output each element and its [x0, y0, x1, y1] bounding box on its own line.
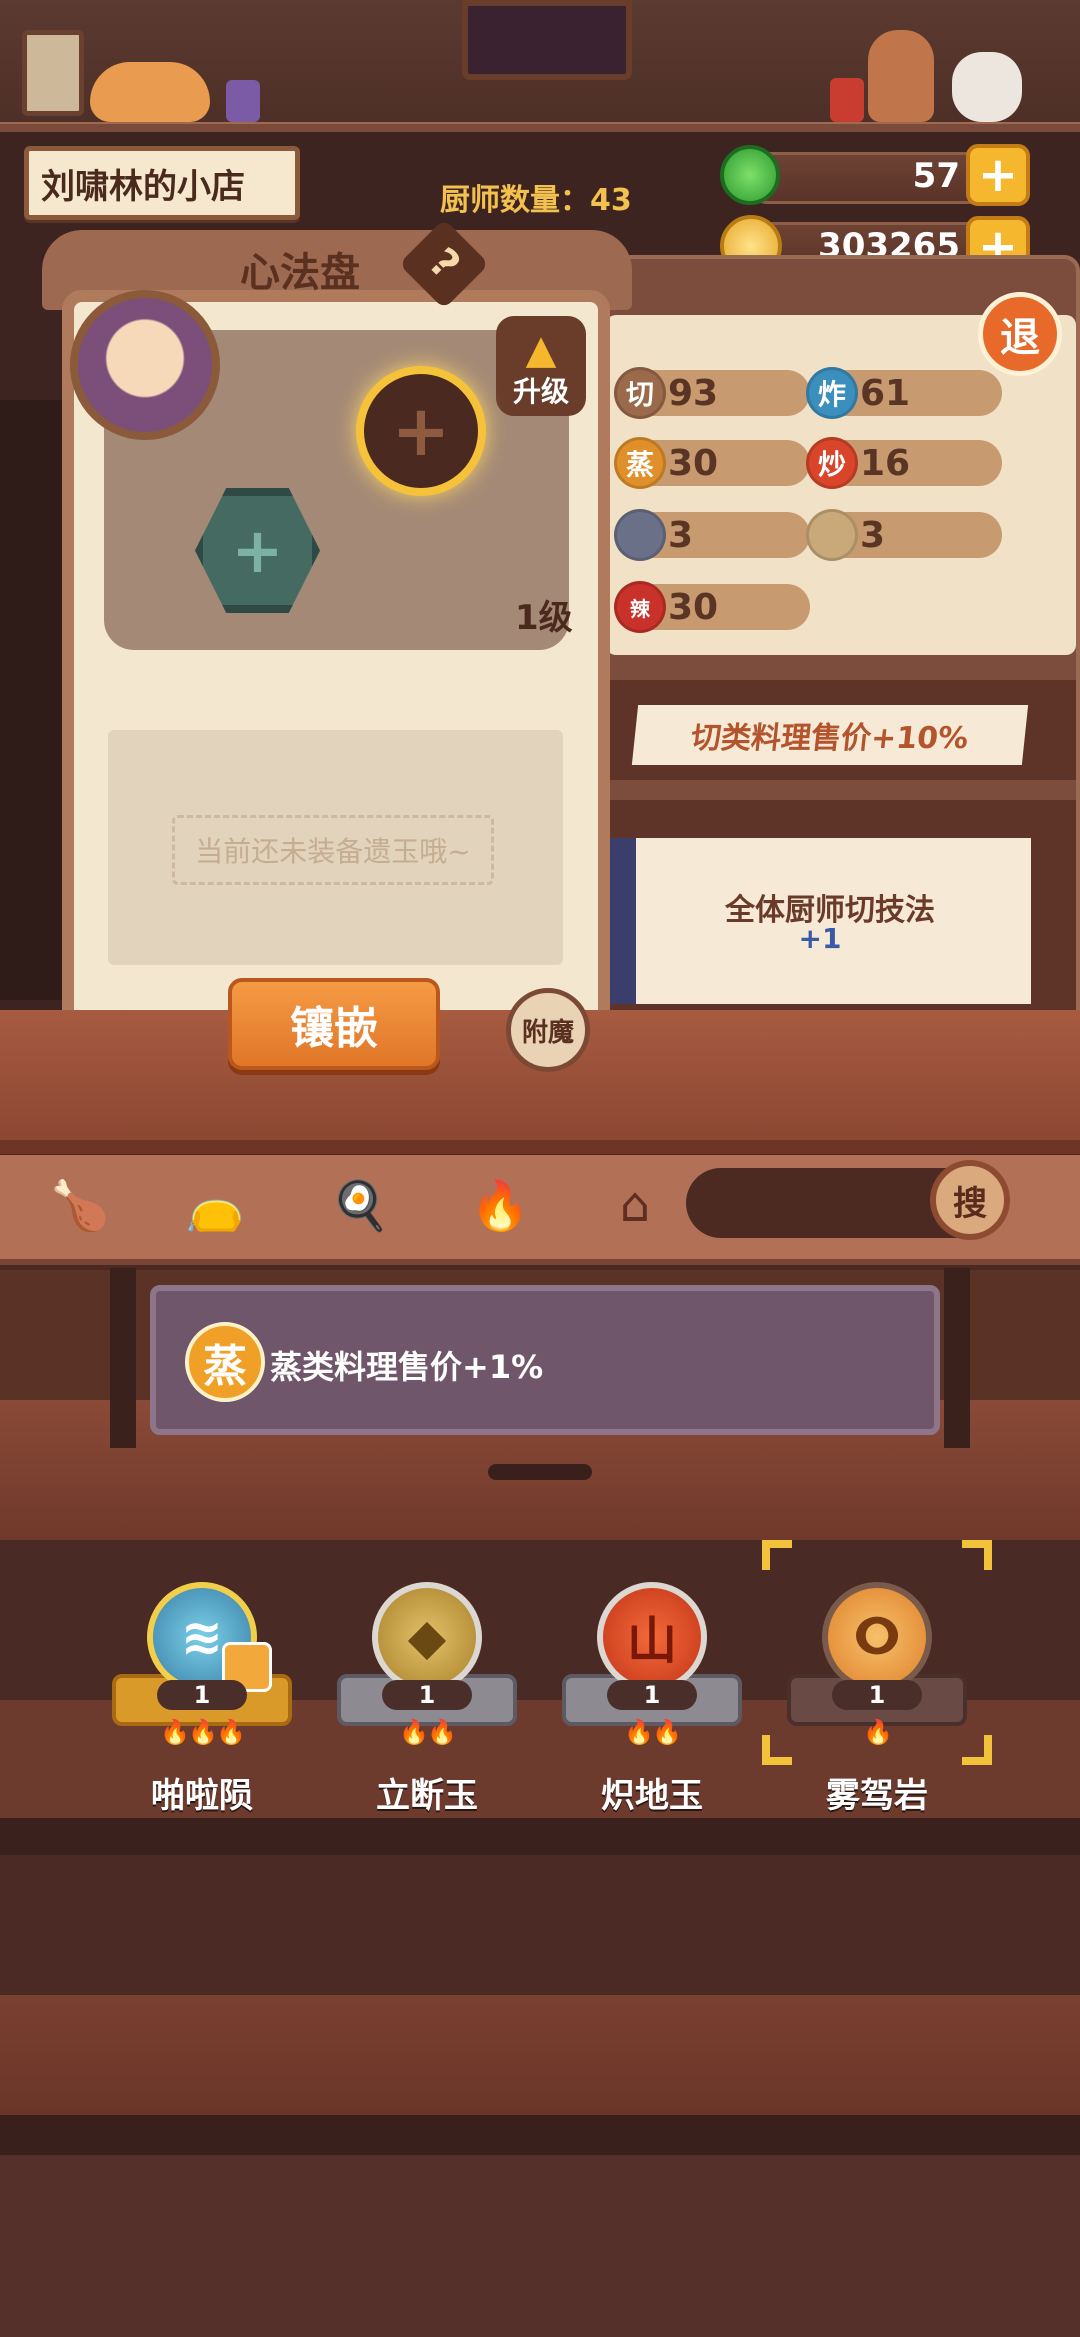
blazing-earth-jade-icon: 山	[597, 1582, 707, 1692]
upgrade-button[interactable]: ▲ 升级	[496, 316, 586, 416]
stat-value: 30	[668, 442, 719, 484]
scroll-handle[interactable]	[488, 1464, 592, 1480]
gold-slot[interactable]: +	[356, 366, 486, 496]
pan-icon[interactable]: 🍳	[325, 1170, 395, 1240]
counter-edge	[0, 1140, 1080, 1154]
bonus-ribbon-cut-price: 切类料理售价+10%	[631, 705, 1029, 765]
white-cat-icon	[952, 52, 1022, 122]
house-icon[interactable]: ⌂	[600, 1170, 670, 1240]
gem-fire-rating: 🔥🔥	[624, 1718, 682, 1746]
cut-icon: 切	[614, 367, 666, 419]
gem-level: 1	[607, 1680, 697, 1710]
stirfry-icon: 炒	[806, 437, 858, 489]
plus-icon: +	[231, 514, 284, 587]
stat-noodle: 3	[806, 509, 1002, 561]
shop-name: 刘啸林的小店	[24, 146, 300, 220]
gem-level: 1	[382, 1680, 472, 1710]
spicy-icon: 辣	[614, 581, 666, 633]
stat-value: 93	[668, 372, 719, 414]
gem-fire-rating: 🔥🔥	[399, 1718, 457, 1746]
fry-icon: 炸	[806, 367, 858, 419]
stat-value: 61	[860, 372, 911, 414]
selection-corner	[762, 1540, 792, 1570]
top-shelf	[0, 122, 1080, 132]
board-level: 1级	[515, 598, 573, 638]
gem-item[interactable]: 山 1 🔥🔥	[552, 1582, 752, 1772]
exit-button[interactable]: 退	[978, 292, 1062, 376]
empty-shelf-board	[0, 1995, 1080, 2115]
drumstick-icon[interactable]: 🍗	[45, 1170, 115, 1240]
jade-value: 57	[912, 156, 960, 196]
gem-shelf-lip	[0, 1818, 1080, 1858]
empty-shelf-lip	[0, 2115, 1080, 2155]
plus-icon: +	[391, 390, 451, 472]
hanging-portrait-icon	[462, 0, 632, 80]
steam-badge: 蒸	[185, 1322, 265, 1402]
arrow-up-icon: ▲	[525, 327, 557, 373]
flame-icon[interactable]: 🔥	[465, 1170, 535, 1240]
stat-value: 3	[668, 514, 694, 556]
gem-name: 立断玉	[376, 1776, 478, 1816]
sign-post-right	[944, 1268, 970, 1448]
enchant-button[interactable]: 附魔	[506, 988, 590, 1072]
gem-item-selected[interactable]: ⵔ 1 🔥	[777, 1582, 977, 1772]
search-button[interactable]: 搜	[930, 1160, 1010, 1240]
jade-icon	[720, 145, 780, 205]
bonus-text-line2: +1	[798, 922, 842, 955]
noodle-bowl-icon	[806, 509, 858, 561]
stat-value: 3	[860, 514, 886, 556]
gem-name: 啪啦陨	[151, 1776, 253, 1816]
sign-bonus-text: 蒸类料理售价+1%	[270, 1348, 544, 1386]
steam-icon: 蒸	[614, 437, 666, 489]
stat-fish: 3	[614, 509, 810, 561]
chef-count: 厨师数量：43	[440, 183, 632, 218]
add-jade-button[interactable]: +	[966, 144, 1030, 206]
lishu-jade-gem-icon: ◆	[372, 1582, 482, 1692]
card-title: 心法盘	[240, 250, 360, 296]
empty-shelf	[0, 2155, 1080, 2337]
gem-level: 1	[157, 1680, 247, 1710]
gem-name: 雾驾岩	[826, 1776, 928, 1816]
stat-stirfry: 炒 16	[806, 437, 1002, 489]
picture-frame-icon	[22, 30, 84, 116]
selection-corner	[962, 1540, 992, 1570]
sign-post-left	[110, 1268, 136, 1448]
bonus-sign	[150, 1285, 940, 1435]
seasoning-bag-icon[interactable]: 👝	[180, 1170, 250, 1240]
inlay-button[interactable]: 镶嵌	[228, 978, 440, 1070]
dark-window	[0, 400, 70, 1000]
stat-value: 16	[860, 442, 911, 484]
upgrade-label: 升级	[512, 375, 569, 408]
chef-character-icon	[868, 30, 934, 122]
gem-fire-rating: 🔥	[863, 1718, 893, 1746]
fish-icon	[614, 509, 666, 561]
gem-item[interactable]: ◆ 1 🔥🔥	[327, 1582, 527, 1772]
stat-cut: 切 93	[614, 367, 810, 419]
empty-equipment-message: 当前还未装备遗玉哦~	[172, 815, 494, 885]
empty-shelf	[0, 1855, 1080, 1995]
stat-spicy: 辣 30	[614, 581, 810, 633]
cat-icon	[90, 62, 210, 122]
gem-name: 炽地玉	[601, 1776, 703, 1816]
jar-icon	[226, 80, 260, 122]
stat-fry: 炸 61	[806, 367, 1002, 419]
gem-fire-rating: 🔥🔥🔥	[160, 1718, 246, 1746]
stat-value: 30	[668, 586, 719, 628]
gem-item[interactable]: ≋ 1 🔥🔥🔥	[102, 1582, 302, 1772]
jar-icon	[830, 78, 864, 122]
gem-level: 1	[832, 1680, 922, 1710]
stat-steam: 蒸 30	[614, 437, 810, 489]
fog-rider-rock-icon: ⵔ	[822, 1582, 932, 1692]
chef-avatar[interactable]	[70, 290, 220, 440]
